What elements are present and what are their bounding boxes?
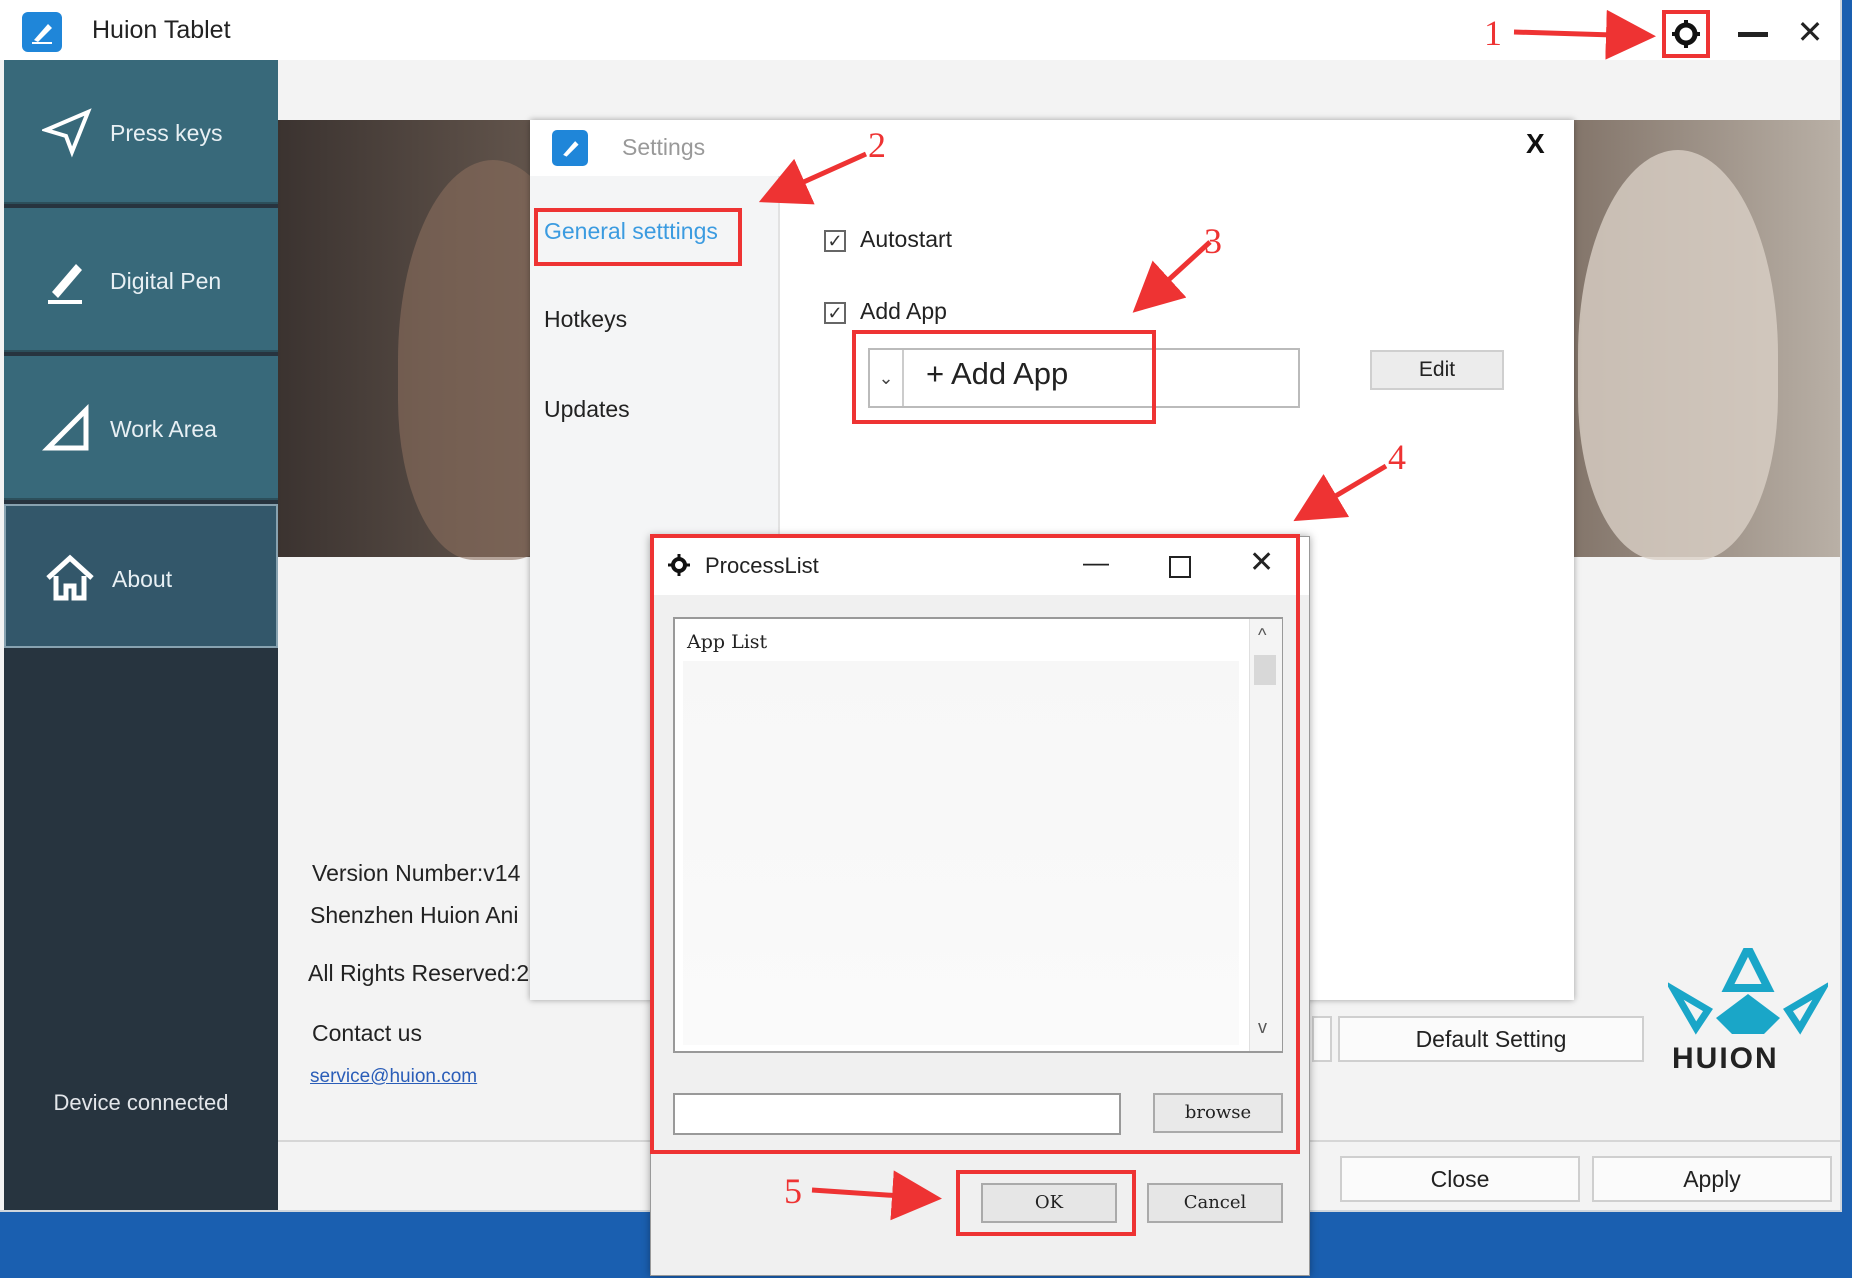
- arrow-3: [1132, 240, 1212, 313]
- arrow-5: [811, 1170, 942, 1221]
- annotation-arrows: [758, 9, 1656, 1221]
- arrow-2: [758, 151, 868, 205]
- arrow-1: [1513, 9, 1656, 60]
- arrow-4: [1293, 463, 1388, 522]
